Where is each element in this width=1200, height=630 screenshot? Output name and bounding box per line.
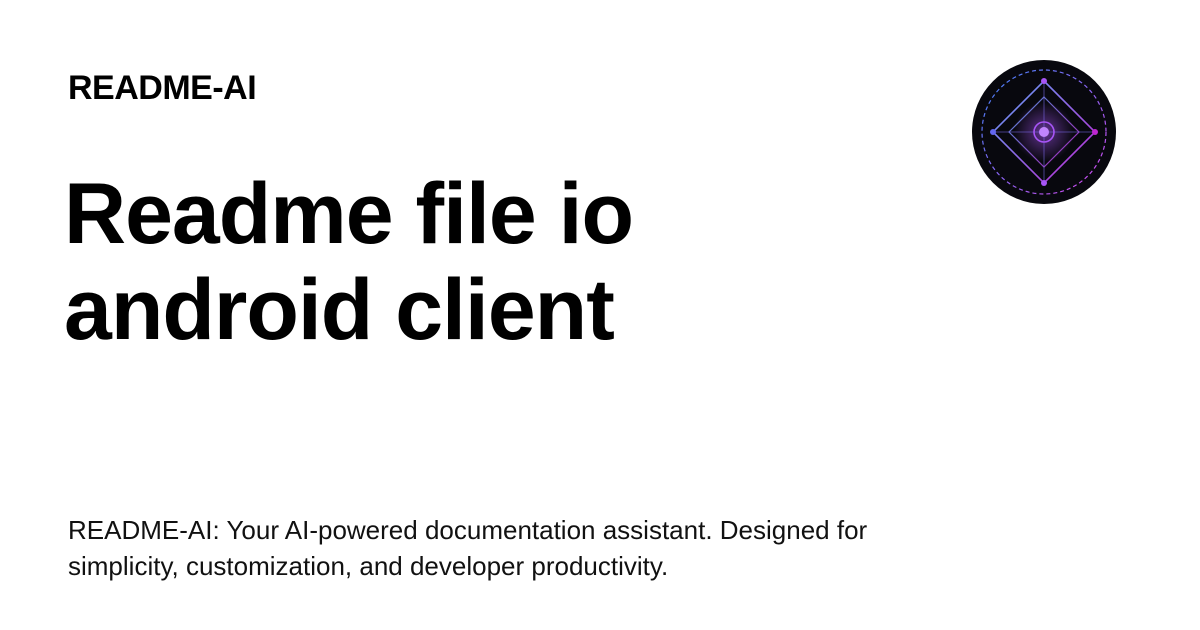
page-description: README-AI: Your AI-powered documentation… xyxy=(68,515,868,581)
page-title-line-1: Readme file io xyxy=(64,166,634,262)
page-title: Readme file io android client xyxy=(64,166,884,358)
diamond-target-icon xyxy=(972,60,1116,204)
brand-name: README-AI xyxy=(68,69,257,107)
page-title-line-2: android client xyxy=(64,262,615,358)
readme-ai-logo xyxy=(971,59,1117,205)
